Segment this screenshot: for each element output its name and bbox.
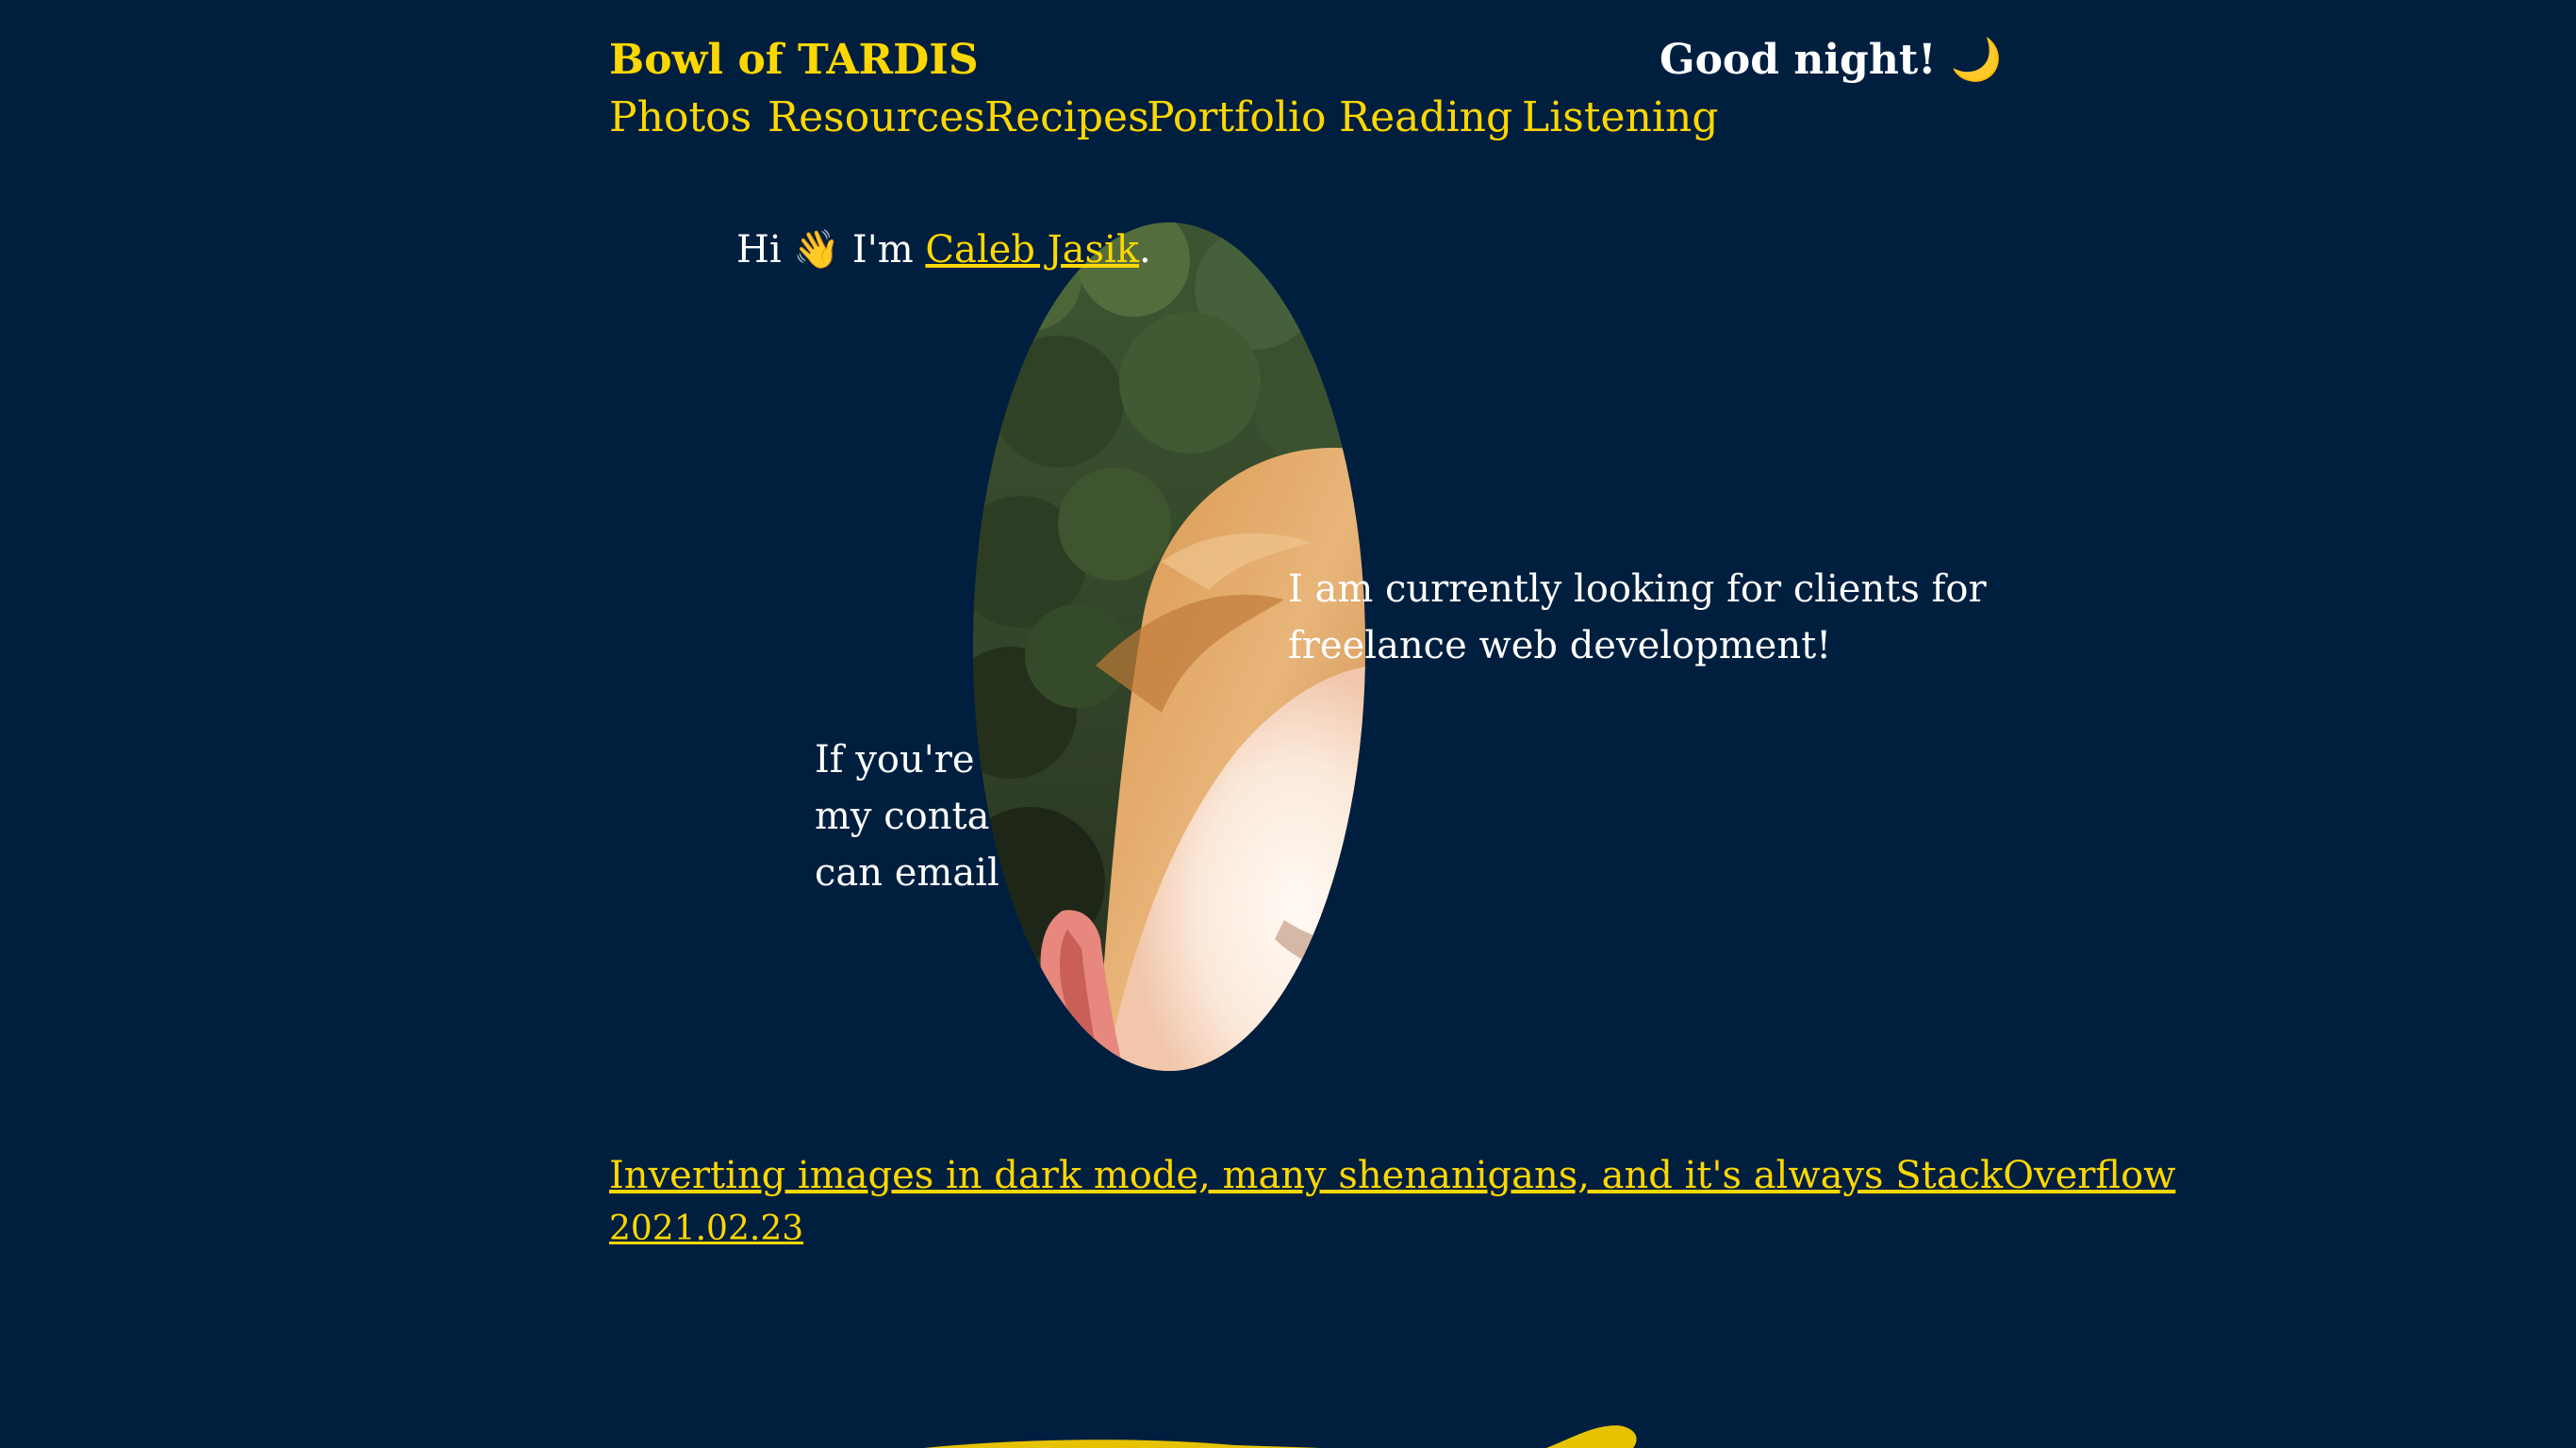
- nav-item-photos[interactable]: Photos: [609, 88, 751, 148]
- nav-item-reading[interactable]: Reading: [1339, 88, 1512, 148]
- freelance-text: I am currently looking for clients for f…: [1288, 568, 1987, 667]
- nav-item-listening[interactable]: Listening: [1522, 88, 1719, 148]
- bottom-decoration: [924, 1425, 1637, 1448]
- intro-suffix: .: [1139, 228, 1151, 272]
- greeting-text: Good night! 🌙: [1660, 36, 2003, 84]
- site-title-link[interactable]: Bowl of TARDIS: [609, 28, 979, 92]
- nav-item-portfolio[interactable]: Portfolio: [1147, 88, 1326, 148]
- intro-prefix: Hi 👋 I'm: [736, 228, 926, 272]
- nav-item-resources[interactable]: Resources: [768, 88, 985, 148]
- latest-post-link[interactable]: Inverting images in dark mode, many shen…: [609, 1148, 2175, 1203]
- author-name-link[interactable]: Caleb Jasik: [925, 228, 1139, 272]
- latest-post-date[interactable]: 2021.02.23: [609, 1205, 803, 1254]
- intro-text: Hi 👋 I'm Caleb Jasik.: [736, 220, 1151, 280]
- nav-item-recipes[interactable]: Recipes: [984, 88, 1149, 148]
